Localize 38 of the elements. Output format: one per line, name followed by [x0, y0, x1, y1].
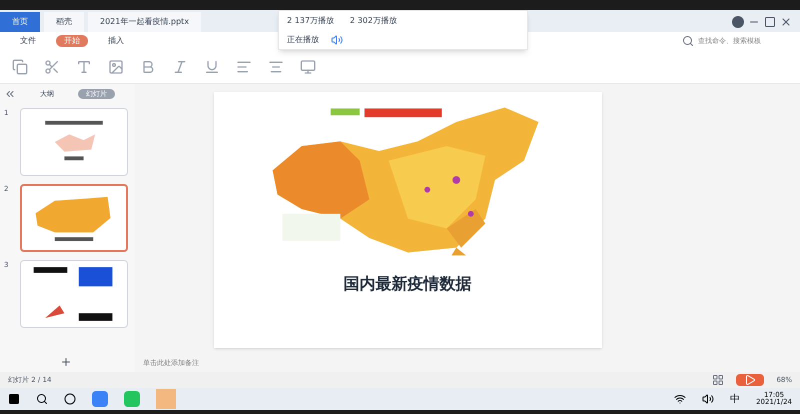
play-icon — [744, 374, 756, 386]
volume-icon — [702, 393, 714, 405]
toolbar-icon[interactable] — [172, 58, 188, 74]
toolbar-icon[interactable] — [44, 58, 60, 74]
circle-icon[interactable] — [64, 393, 76, 405]
slide-caption: 国内最新疫情数据 — [344, 273, 472, 295]
menu-tab[interactable]: 文件 — [12, 35, 44, 47]
start-icon[interactable] — [8, 393, 20, 405]
slide-thumbnail[interactable] — [20, 108, 128, 176]
play-button[interactable] — [736, 374, 764, 386]
close-icon[interactable] — [780, 16, 792, 28]
avatar-icon[interactable] — [732, 16, 744, 28]
toolbar-icon[interactable] — [236, 58, 252, 74]
video-title[interactable]: 2 137万播放 — [287, 14, 334, 26]
video-title[interactable]: 2 302万播放 — [350, 14, 397, 26]
app-icon[interactable] — [124, 391, 140, 407]
window-tab[interactable]: 首页 — [0, 12, 40, 32]
ime-indicator[interactable]: 中 — [730, 392, 740, 406]
menu-tab[interactable]: 插入 — [100, 35, 132, 47]
slide-thumbnail[interactable] — [20, 184, 128, 252]
view-icon[interactable] — [712, 374, 724, 386]
toolbar-icon[interactable] — [300, 58, 316, 74]
playback-status: 正在播放 — [287, 34, 319, 46]
toolbar-icon[interactable] — [204, 58, 220, 74]
search-icon — [682, 35, 694, 47]
toolbar-icon[interactable] — [108, 58, 124, 74]
volume-icon[interactable] — [331, 34, 343, 46]
toolbar-icon[interactable] — [268, 58, 284, 74]
slide-thumbnail[interactable] — [20, 260, 128, 328]
maximize-icon[interactable] — [764, 16, 776, 28]
search-icon[interactable] — [36, 393, 48, 405]
app-icon[interactable] — [92, 391, 108, 407]
toolbar-icon[interactable] — [12, 58, 28, 74]
toolbar-icon[interactable] — [76, 58, 92, 74]
window-tab[interactable]: 2021年一起看疫情.pptx — [88, 12, 201, 32]
window-tab[interactable]: 稻壳 — [44, 12, 84, 32]
collapse-icon[interactable] — [4, 88, 16, 100]
add-slide-icon[interactable] — [60, 356, 72, 368]
